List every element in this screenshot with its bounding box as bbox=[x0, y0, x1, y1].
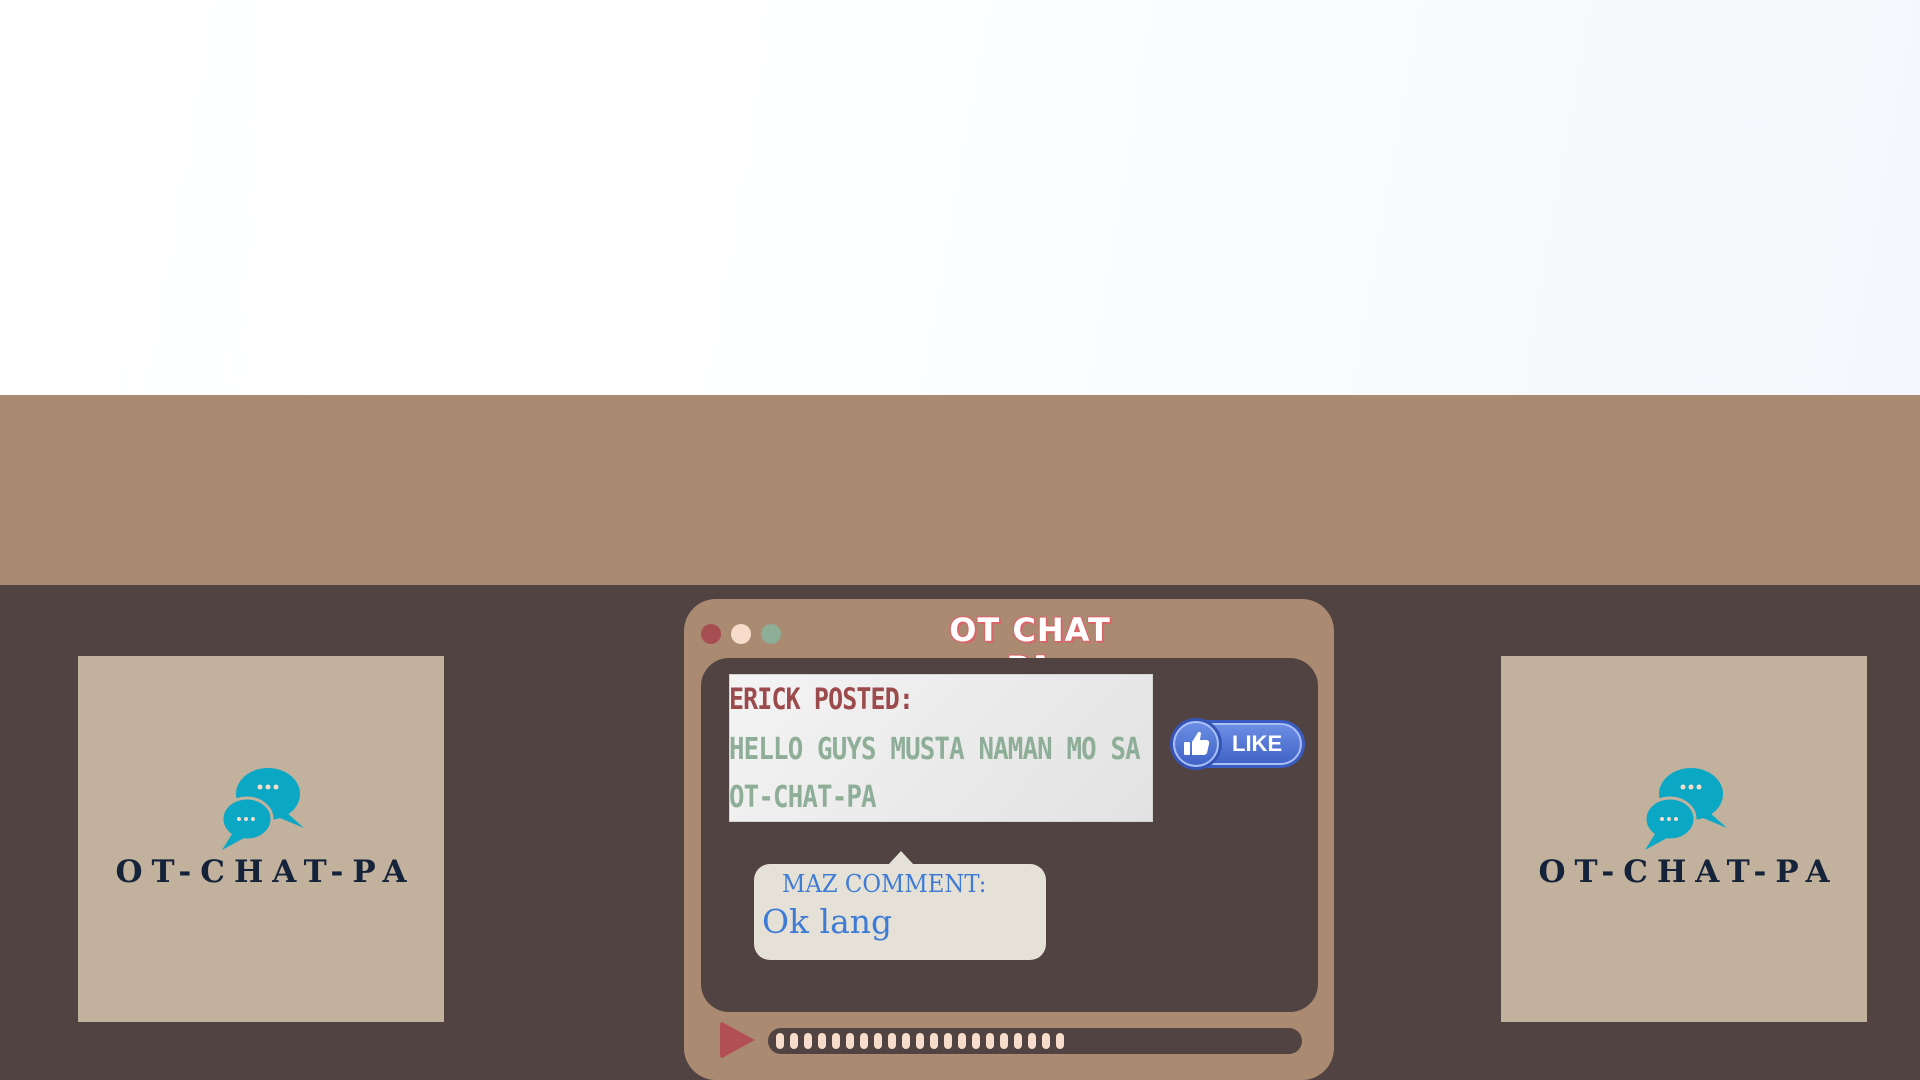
chat-screen: ERICK POSTED: HELLO GUYS MUSTA NAMAN MO … bbox=[701, 658, 1318, 1012]
logo-card-right: OT-CHAT-PA bbox=[1501, 656, 1867, 1022]
sky-background bbox=[0, 0, 1920, 395]
maximize-dot-button[interactable] bbox=[761, 624, 781, 644]
brand-name: OT-CHAT-PA bbox=[115, 854, 416, 890]
chat-window: OT CHAT PA ERICK POSTED: HELLO GUYS MUST… bbox=[684, 599, 1334, 1080]
progress-tick bbox=[930, 1033, 938, 1049]
progress-tick bbox=[1042, 1033, 1050, 1049]
comment-author: MAZ COMMENT: bbox=[782, 870, 987, 898]
post-author: ERICK POSTED: bbox=[729, 682, 914, 716]
progress-fill bbox=[776, 1033, 1064, 1049]
progress-tick bbox=[832, 1033, 840, 1049]
progress-tick bbox=[874, 1033, 882, 1049]
progress-tick bbox=[1014, 1033, 1022, 1049]
progress-tick bbox=[916, 1033, 924, 1049]
progress-tick bbox=[888, 1033, 896, 1049]
logo-card-left: OT-CHAT-PA bbox=[78, 656, 444, 1022]
progress-tick bbox=[804, 1033, 812, 1049]
minimize-dot-button[interactable] bbox=[731, 624, 751, 644]
progress-tick bbox=[818, 1033, 826, 1049]
chat-bubbles-icon bbox=[220, 768, 304, 850]
progress-tick bbox=[1028, 1033, 1036, 1049]
like-label: LIKE bbox=[1232, 731, 1283, 756]
chat-bubbles-icon bbox=[1643, 768, 1727, 850]
post-card: ERICK POSTED: HELLO GUYS MUSTA NAMAN MO … bbox=[729, 674, 1153, 822]
post-message: HELLO GUYS MUSTA NAMAN MO SA OT-CHAT-PA bbox=[729, 732, 1141, 815]
brand-name: OT-CHAT-PA bbox=[1538, 854, 1839, 890]
progress-tick bbox=[1000, 1033, 1008, 1049]
progress-tick bbox=[986, 1033, 994, 1049]
thumbs-up-icon bbox=[1170, 718, 1222, 770]
progress-tick bbox=[846, 1033, 854, 1049]
comment-bubble: MAZ COMMENT: Ok lang bbox=[754, 851, 1046, 960]
close-dot-button[interactable] bbox=[701, 624, 721, 644]
progress-tick bbox=[1056, 1033, 1064, 1049]
progress-tick bbox=[790, 1033, 798, 1049]
comment-pointer bbox=[888, 851, 914, 865]
like-button[interactable]: LIKE bbox=[1170, 718, 1305, 770]
progress-tick bbox=[958, 1033, 966, 1049]
wall-band bbox=[0, 395, 1920, 585]
progress-tick bbox=[776, 1033, 784, 1049]
progress-tick bbox=[860, 1033, 868, 1049]
progress-tick bbox=[902, 1033, 910, 1049]
progress-bar[interactable] bbox=[768, 1028, 1302, 1054]
progress-tick bbox=[944, 1033, 952, 1049]
progress-tick bbox=[972, 1033, 980, 1049]
play-icon[interactable] bbox=[720, 1021, 755, 1059]
comment-text: Ok lang bbox=[762, 902, 893, 941]
